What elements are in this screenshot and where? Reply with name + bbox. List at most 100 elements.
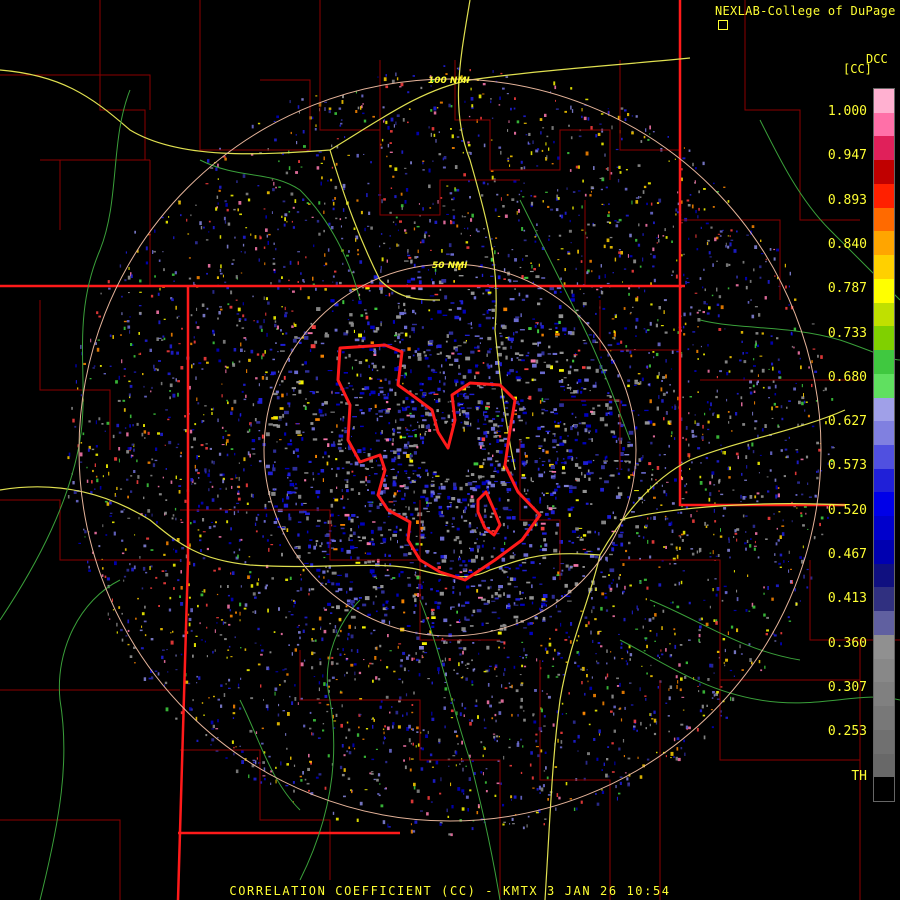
radar-echo-pixel: [665, 493, 668, 497]
radar-echo-pixel: [689, 312, 692, 316]
radar-echo-pixel: [322, 570, 326, 574]
radar-echo-pixel: [332, 811, 335, 815]
radar-echo-pixel: [523, 710, 525, 712]
radar-echo-pixel: [303, 404, 306, 407]
radar-echo-pixel: [481, 544, 484, 548]
radar-echo-pixel: [569, 386, 571, 391]
radar-echo-pixel: [404, 325, 408, 330]
radar-echo-pixel: [643, 499, 646, 501]
radar-echo-pixel: [537, 467, 540, 471]
radar-echo-pixel: [130, 490, 133, 493]
radar-echo-pixel: [279, 384, 281, 386]
radar-echo-pixel: [727, 467, 730, 470]
radar-echo-pixel: [698, 629, 701, 632]
radar-echo-pixel: [615, 495, 621, 499]
radar-echo-pixel: [631, 511, 635, 513]
radar-echo-pixel: [727, 287, 730, 290]
radar-echo-pixel: [397, 452, 400, 456]
radar-echo-pixel: [344, 356, 348, 359]
radar-echo-pixel: [112, 434, 115, 439]
radar-echo-pixel: [490, 364, 493, 368]
radar-echo-pixel: [654, 640, 656, 642]
radar-echo-pixel: [458, 372, 462, 375]
radar-echo-pixel: [661, 626, 663, 630]
radar-echo-pixel: [307, 767, 310, 771]
radar-echo-pixel: [271, 211, 273, 214]
radar-echo-pixel: [451, 805, 454, 809]
radar-echo-pixel: [644, 637, 648, 640]
radar-echo-pixel: [102, 524, 104, 528]
radar-echo-pixel: [502, 507, 504, 510]
radar-echo-pixel: [231, 407, 234, 411]
radar-echo-pixel: [232, 259, 235, 261]
radar-echo-pixel: [484, 418, 486, 421]
radar-echo-pixel: [568, 229, 572, 233]
radar-echo-pixel: [415, 745, 417, 748]
radar-echo-pixel: [523, 647, 525, 652]
radar-echo-pixel: [351, 514, 356, 517]
radar-echo-pixel: [742, 352, 744, 355]
radar-echo-pixel: [245, 227, 248, 229]
radar-echo-pixel: [564, 333, 566, 335]
radar-echo-pixel: [638, 223, 640, 227]
radar-echo-pixel: [469, 487, 475, 490]
radar-echo-pixel: [297, 434, 302, 436]
radar-echo-pixel: [473, 462, 479, 466]
radar-echo-pixel: [139, 352, 142, 355]
radar-echo-pixel: [252, 295, 254, 298]
radar-echo-pixel: [513, 553, 516, 556]
radar-echo-pixel: [667, 136, 669, 138]
radar-echo-pixel: [250, 349, 254, 354]
radar-echo-pixel: [639, 687, 641, 692]
radar-echo-pixel: [571, 530, 576, 533]
radar-echo-pixel: [188, 257, 191, 259]
radar-echo-pixel: [515, 619, 518, 623]
radar-echo-pixel: [505, 400, 508, 403]
radar-echo-pixel: [655, 479, 657, 481]
radar-echo-pixel: [629, 584, 632, 587]
radar-echo-pixel: [324, 413, 327, 416]
radar-echo-pixel: [496, 640, 501, 642]
radar-echo-pixel: [443, 220, 446, 225]
radar-echo-pixel: [639, 775, 643, 779]
radar-echo-pixel: [702, 424, 704, 429]
radar-echo-pixel: [561, 702, 564, 705]
radar-echo-pixel: [302, 198, 305, 201]
radar-echo-pixel: [513, 615, 519, 619]
radar-echo-pixel: [656, 375, 659, 379]
radar-echo-pixel: [545, 512, 549, 516]
radar-echo-pixel: [773, 257, 776, 261]
radar-echo-pixel: [539, 583, 543, 585]
radar-echo-pixel: [715, 555, 718, 557]
radar-echo-pixel: [109, 618, 111, 620]
radar-echo-pixel: [538, 445, 543, 448]
radar-echo-pixel: [466, 246, 470, 249]
radar-echo-pixel: [300, 587, 303, 591]
radar-echo-pixel: [441, 659, 444, 663]
radar-echo-pixel: [546, 155, 548, 160]
radar-echo-pixel: [462, 393, 465, 397]
radar-echo-pixel: [407, 583, 412, 587]
radar-echo-pixel: [433, 552, 437, 554]
radar-echo-pixel: [195, 468, 198, 472]
radar-echo-pixel: [372, 586, 377, 589]
radar-echo-pixel: [336, 486, 338, 489]
radar-echo-pixel: [427, 472, 429, 477]
radar-echo-pixel: [627, 444, 630, 448]
radar-echo-pixel: [331, 310, 334, 312]
radar-echo-pixel: [653, 356, 655, 359]
radar-echo-pixel: [315, 376, 318, 381]
radar-echo-pixel: [129, 447, 132, 450]
radar-echo-pixel: [774, 393, 777, 396]
radar-echo-pixel: [656, 237, 658, 239]
radar-echo-pixel: [386, 666, 389, 669]
radar-echo-pixel: [507, 576, 509, 578]
radar-echo-pixel: [211, 485, 214, 488]
radar-echo-pixel: [449, 363, 454, 366]
radar-echo-pixel: [508, 682, 511, 685]
radar-echo-pixel: [742, 260, 745, 264]
radar-echo-pixel: [500, 548, 505, 552]
radar-echo-pixel: [555, 108, 559, 110]
radar-echo-pixel: [286, 392, 288, 396]
radar-echo-pixel: [88, 420, 91, 423]
